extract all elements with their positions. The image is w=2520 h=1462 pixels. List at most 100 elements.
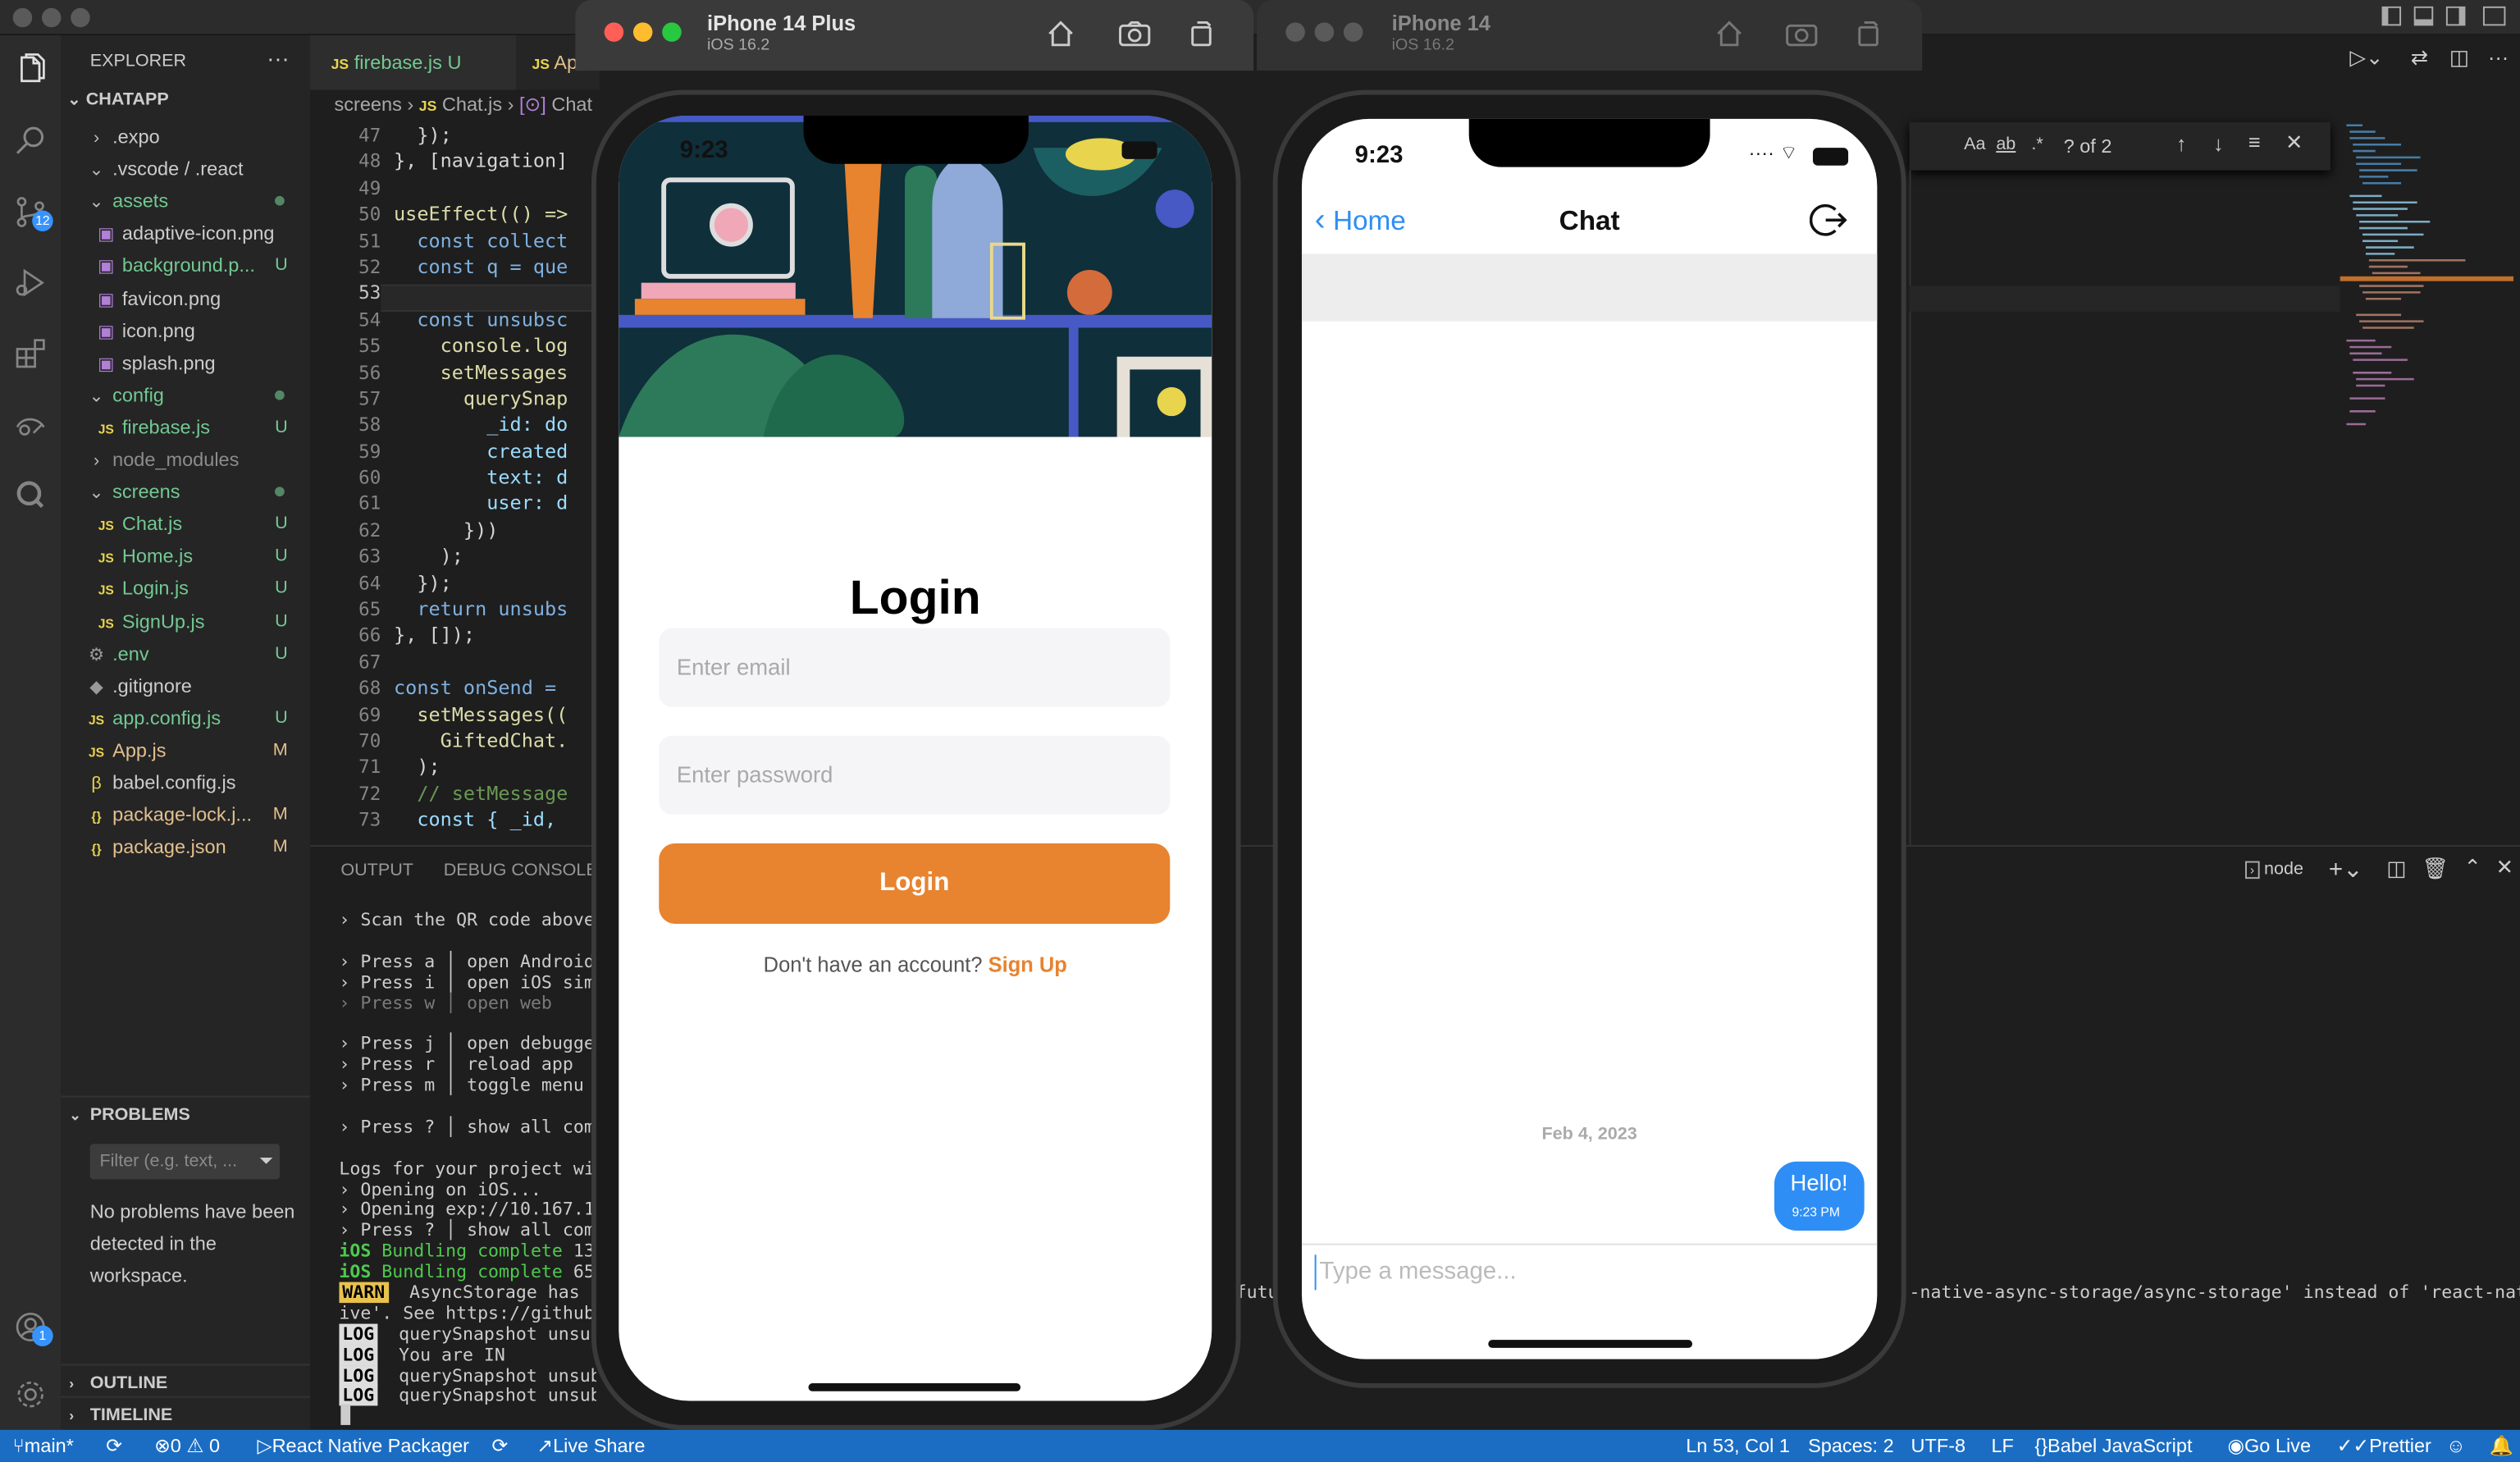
tree-item[interactable]: ◆ .gitignore [61, 669, 310, 701]
tree-item[interactable]: ▣ splash.png [61, 346, 310, 378]
tree-item[interactable]: β babel.config.js [61, 766, 310, 798]
maximize-panel-icon[interactable]: ⌃ [2463, 855, 2481, 880]
outline-section-header[interactable]: › OUTLINE [61, 1364, 311, 1400]
sim1-zoom-button[interactable] [662, 22, 682, 42]
sim1-screenshot-icon[interactable] [1117, 18, 1153, 50]
regex-toggle[interactable]: .* [2031, 135, 2043, 153]
close-panel-icon[interactable]: ✕ [2496, 855, 2513, 880]
message-bubble[interactable]: Hello! 9:23 PM [1774, 1161, 1865, 1231]
problems-filter-input[interactable]: Filter (e.g. text, ... ⏷ [89, 1144, 280, 1180]
find-in-selection-icon[interactable]: ≡ [2248, 130, 2261, 154]
branch-indicator[interactable]: ⑂ main* [13, 1430, 74, 1462]
sim1-home-indicator[interactable] [808, 1383, 1021, 1391]
tree-item[interactable]: JS Home.js U [61, 541, 310, 573]
terminal-output[interactable]: › Scan the QR code above › Press a │ ope… [339, 911, 596, 1408]
sim1-home-icon[interactable] [1044, 18, 1076, 50]
end-of-line[interactable]: LF [1991, 1430, 2013, 1462]
tree-item[interactable]: {} package.json M [61, 831, 310, 863]
logout-icon[interactable] [1810, 201, 1848, 240]
whole-word-toggle[interactable]: ab [1996, 135, 2016, 153]
run-icon[interactable]: ▷⌄ [2349, 45, 2383, 71]
password-input[interactable]: Enter password [659, 735, 1171, 815]
message-input[interactable]: Type a message... [1314, 1254, 1861, 1291]
extensions-icon[interactable] [8, 331, 53, 376]
tab-debug-console[interactable]: DEBUG CONSOLE [444, 861, 598, 880]
tree-item[interactable]: › .expo [61, 121, 310, 153]
sim2-screenshot-icon[interactable] [1784, 18, 1819, 50]
tree-item[interactable]: {} package-lock.j... M [61, 798, 310, 830]
terminal-selector[interactable]: › node [2245, 860, 2303, 879]
toggle-panel-icon[interactable] [2413, 6, 2434, 26]
file-encoding[interactable]: UTF-8 [1911, 1430, 1965, 1462]
feedback-icon[interactable]: ☺ [2446, 1430, 2466, 1462]
tree-item[interactable]: ⌄ .vscode / .react [61, 153, 310, 185]
sim1-minimize-button[interactable] [632, 22, 653, 42]
previous-match-icon[interactable]: ↑ [2176, 132, 2187, 156]
live-share-button[interactable]: ↗ Live Share [536, 1430, 645, 1462]
tab-firebase[interactable]: JS firebase.js U [310, 35, 516, 90]
sim2-rotate-icon[interactable] [1853, 18, 1885, 50]
toggle-sidebar-icon[interactable] [2381, 6, 2402, 26]
customize-layout-icon[interactable] [2482, 6, 2506, 26]
tree-item[interactable]: ⌄ config [61, 379, 310, 411]
tree-item[interactable]: JS App.js M [61, 734, 310, 766]
split-terminal-icon[interactable]: ◫ [2386, 857, 2406, 882]
tree-item[interactable]: ⌄ screens [61, 476, 310, 508]
cursor-position[interactable]: Ln 53, Col 1 [1686, 1430, 1790, 1462]
tree-item[interactable]: ▣ icon.png [61, 314, 310, 346]
tree-item[interactable]: ⌄ assets [61, 185, 310, 217]
run-debug-icon[interactable] [8, 260, 53, 305]
compare-icon[interactable]: ⇄ [2411, 45, 2428, 71]
sim2-home-icon[interactable] [1714, 18, 1746, 50]
new-terminal-icon[interactable]: +⌄ [2329, 855, 2363, 884]
tree-item[interactable]: ⚙ .env U [61, 637, 310, 669]
signup-link[interactable]: Sign Up [988, 953, 1067, 976]
packager-indicator[interactable]: ▷ React Native Packager [257, 1430, 469, 1462]
login-button[interactable]: Login [659, 843, 1171, 924]
go-live-button[interactable]: ◉ Go Live [2227, 1430, 2311, 1462]
remote-explorer-icon[interactable] [8, 402, 53, 447]
minimize-window-button[interactable] [41, 7, 62, 28]
accounts-icon[interactable]: 1 [8, 1304, 53, 1350]
project-folder[interactable]: ⌄ CHATAPP [67, 90, 168, 109]
tree-item[interactable]: JS Chat.js U [61, 508, 310, 540]
sim2-zoom-button[interactable] [1343, 22, 1363, 42]
timeline-section-header[interactable]: › TIMELINE [61, 1396, 311, 1432]
sim1-rotate-icon[interactable] [1186, 18, 1218, 50]
email-input[interactable]: Enter email [659, 628, 1171, 707]
react-query-icon[interactable] [8, 473, 53, 518]
source-control-icon[interactable]: 12 [8, 190, 53, 235]
tree-item[interactable]: JS SignUp.js U [61, 605, 310, 637]
tree-item[interactable]: › node_modules [61, 443, 310, 475]
tree-item[interactable]: JS firebase.js U [61, 411, 310, 443]
notifications-icon[interactable]: 🔔 [2490, 1430, 2513, 1462]
next-match-icon[interactable]: ↓ [2213, 132, 2224, 156]
tree-item[interactable]: ▣ background.p... U [61, 249, 310, 281]
breadcrumb-folder[interactable]: screens [335, 94, 402, 116]
close-find-icon[interactable]: ✕ [2285, 130, 2303, 156]
zoom-window-button[interactable] [71, 7, 90, 28]
tree-item[interactable]: JS app.config.js U [61, 701, 310, 733]
tree-item[interactable]: JS Login.js U [61, 573, 310, 605]
prettier-button[interactable]: ✓✓ Prettier [2337, 1430, 2431, 1462]
toggle-secondary-sidebar-icon[interactable] [2445, 6, 2466, 26]
tree-item[interactable]: ▣ favicon.png [61, 282, 310, 314]
indentation[interactable]: Spaces: 2 [1808, 1430, 1894, 1462]
sim2-home-indicator[interactable] [1488, 1340, 1693, 1348]
filter-icon[interactable]: ⏷ [259, 1144, 273, 1179]
problems-section-header[interactable]: ⌄ PROBLEMS [61, 1095, 311, 1131]
code-editor[interactable]: });}, [navigation] useEffect(() => const… [394, 122, 593, 842]
tab-output[interactable]: OUTPUT [340, 861, 413, 880]
sim2-minimize-button[interactable] [1314, 22, 1335, 42]
match-case-toggle[interactable]: Aa [1964, 135, 1985, 153]
language-mode[interactable]: {} Babel JavaScript [2034, 1430, 2192, 1462]
refresh-icon[interactable]: ⟳ [492, 1430, 509, 1462]
split-editor-icon[interactable]: ◫ [2449, 45, 2469, 71]
kill-terminal-icon[interactable]: 🗑 [2422, 857, 2449, 882]
breadcrumb-symbol[interactable]: Chat [551, 94, 592, 116]
editor-more-icon[interactable]: ··· [2488, 45, 2509, 69]
sync-icon[interactable]: ⟳ [106, 1430, 122, 1462]
close-window-button[interactable] [12, 7, 33, 28]
search-icon[interactable] [8, 119, 53, 164]
breadcrumb-file[interactable]: Chat.js [442, 94, 502, 116]
